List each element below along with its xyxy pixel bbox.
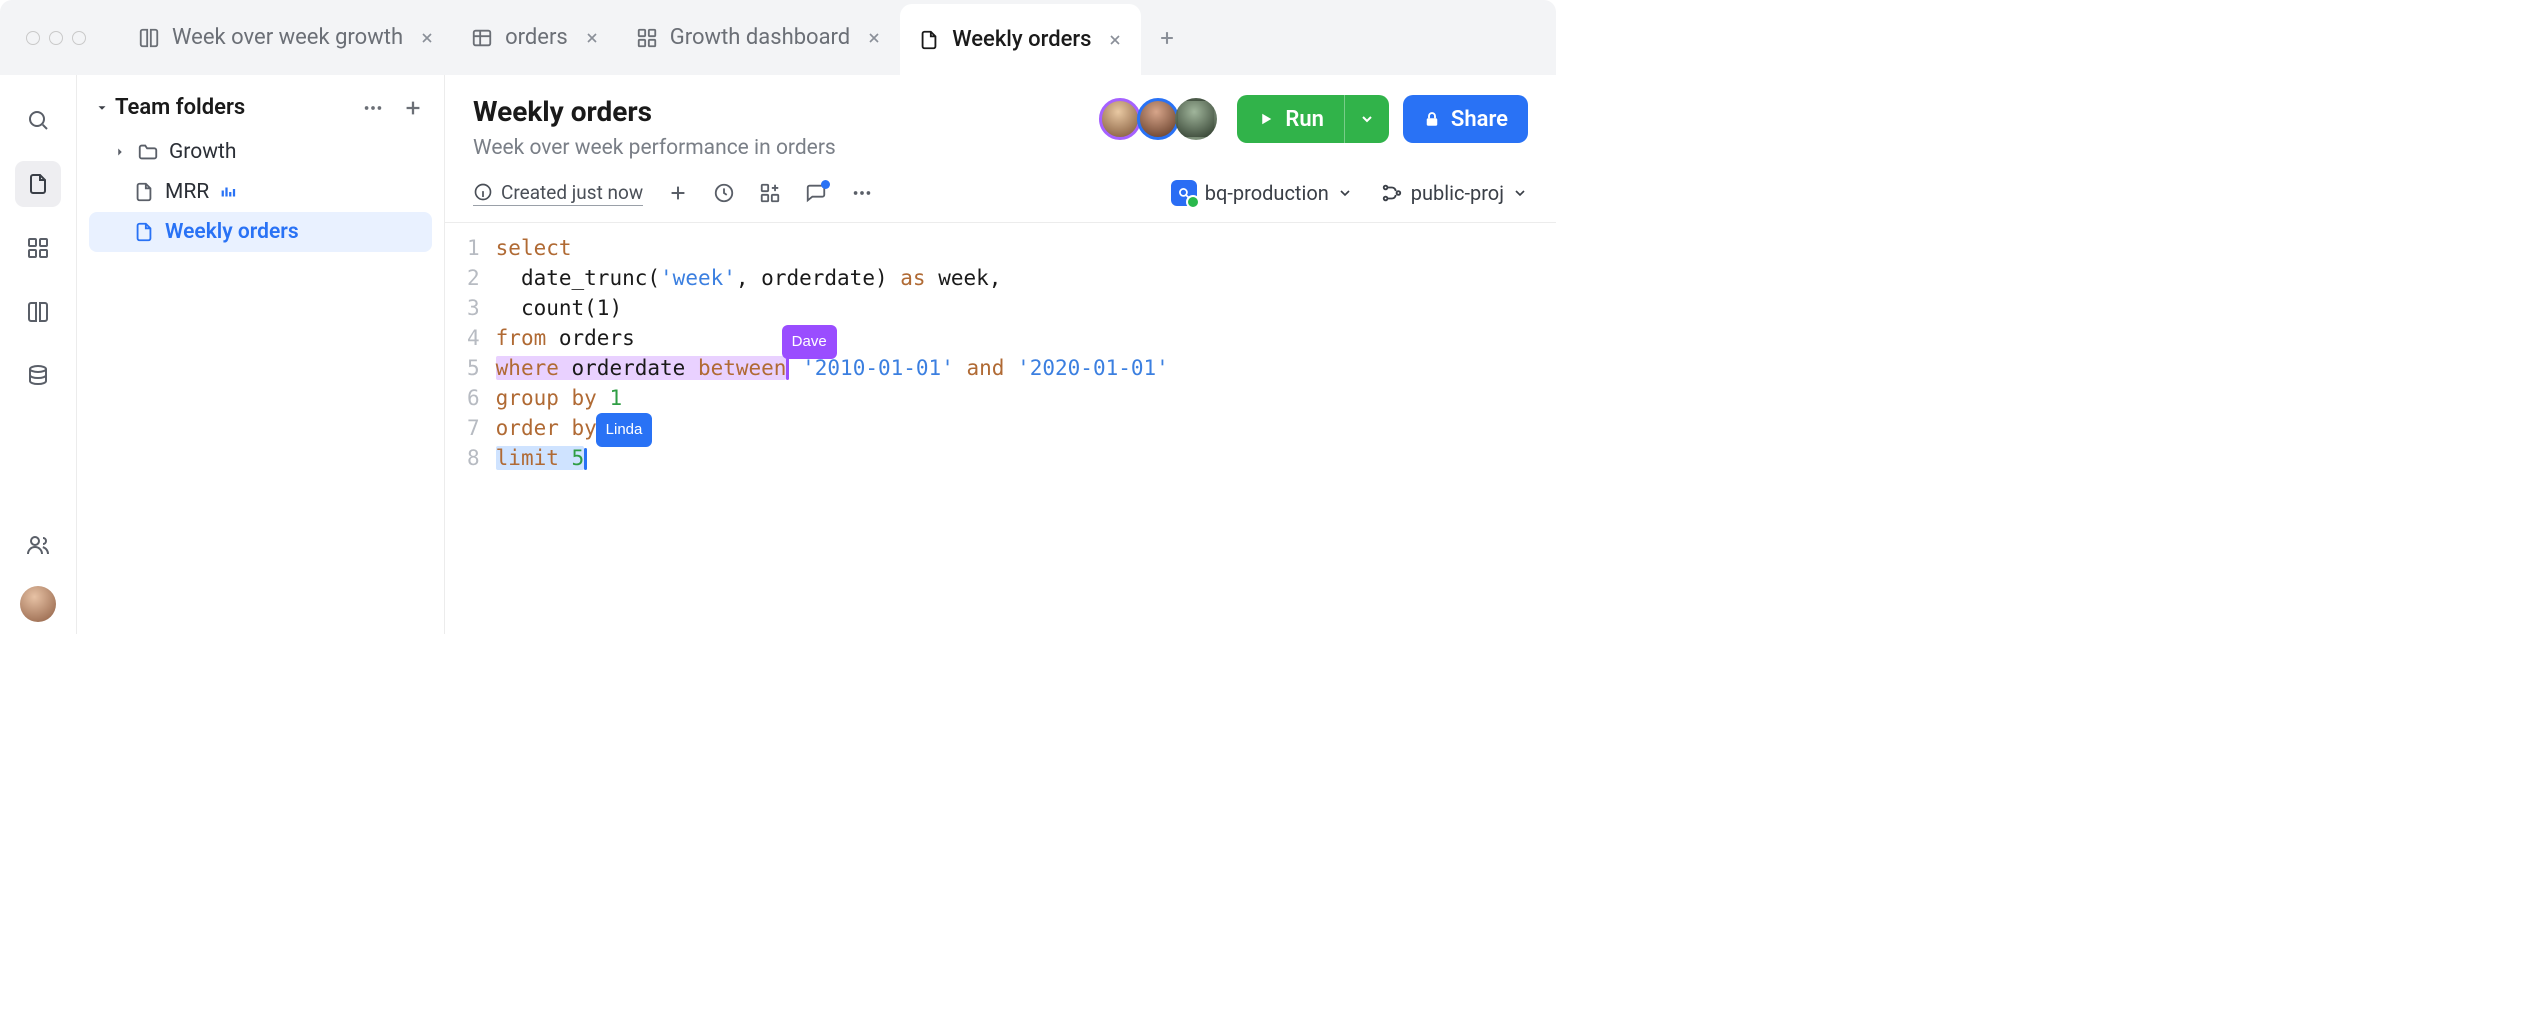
search-button[interactable] (15, 97, 61, 143)
add-folder-button[interactable] (402, 97, 424, 119)
team-button[interactable] (15, 522, 61, 568)
page-subtitle: Week over week performance in orders (473, 136, 836, 160)
created-label: Created just now (501, 181, 643, 204)
close-icon[interactable] (862, 26, 886, 50)
presence-cursor-label: Dave (782, 325, 837, 359)
body: Team folders Growth (0, 75, 1556, 634)
docs-button[interactable] (15, 289, 61, 335)
comments-button[interactable] (805, 182, 827, 204)
play-icon (1257, 110, 1275, 128)
presence-cursor-label: Linda (596, 413, 653, 447)
new-tab-button[interactable] (1141, 0, 1193, 75)
add-button[interactable] (667, 182, 689, 204)
file-icon (918, 29, 940, 51)
chevron-right-icon (113, 145, 127, 159)
chevron-down-icon[interactable] (95, 101, 109, 115)
schema-icon (1381, 182, 1403, 204)
project-name: public-proj (1411, 181, 1504, 205)
sidebar-title: Team folders (115, 95, 245, 120)
sql-editor[interactable]: 12345678 select date_trunc('week', order… (445, 223, 1556, 473)
traffic-light-close[interactable] (26, 31, 40, 45)
chevron-down-icon (1359, 111, 1375, 127)
presence-avatars (1103, 98, 1223, 140)
code-lines[interactable]: select date_trunc('week', orderdate) as … (496, 233, 1169, 473)
chevron-down-icon (1337, 185, 1353, 201)
add-widget-button[interactable] (759, 182, 781, 204)
sidebar-header: Team folders (89, 93, 432, 128)
traffic-light-min[interactable] (49, 31, 63, 45)
run-label: Run (1285, 107, 1324, 132)
notification-dot (821, 180, 830, 189)
tab-label: Week over week growth (172, 25, 403, 50)
page-header: Weekly orders Week over week performance… (445, 75, 1556, 164)
connection-name: bq-production (1205, 181, 1329, 205)
file-icon (133, 221, 155, 243)
book-icon (138, 27, 160, 49)
dashboard-icon (636, 27, 658, 49)
presence-avatar[interactable] (1175, 98, 1217, 140)
share-button[interactable]: Share (1403, 95, 1528, 143)
window-traffic-lights (8, 31, 100, 45)
folder-icon (137, 141, 159, 163)
main: Weekly orders Week over week performance… (445, 75, 1556, 634)
tabs: Week over week growth orders Growth dash (120, 0, 1193, 75)
chart-badge-icon (219, 183, 237, 201)
bigquery-icon (1171, 180, 1197, 206)
tab-weekly-orders[interactable]: Weekly orders (900, 4, 1141, 75)
tab-label: Growth dashboard (670, 25, 850, 50)
page-title: Weekly orders (473, 95, 836, 128)
run-dropdown[interactable] (1344, 95, 1389, 143)
created-info[interactable]: Created just now (473, 181, 643, 206)
share-label: Share (1451, 107, 1508, 132)
tab-orders[interactable]: orders (453, 0, 618, 75)
chevron-down-icon (1512, 185, 1528, 201)
close-icon[interactable] (415, 26, 439, 50)
tree-label: Growth (169, 140, 236, 164)
more-button[interactable] (851, 182, 873, 204)
files-button[interactable] (15, 161, 61, 207)
sidebar-item-weekly-orders[interactable]: Weekly orders (89, 212, 432, 252)
lock-icon (1423, 110, 1441, 128)
tab-week-over-week[interactable]: Week over week growth (120, 0, 453, 75)
tree-label: MRR (165, 180, 209, 204)
folder-tree: Growth MRR Weekly orders (89, 132, 432, 252)
tab-label: Weekly orders (952, 27, 1091, 52)
presence-avatar[interactable] (1137, 98, 1179, 140)
run-button[interactable]: Run (1237, 95, 1389, 143)
presence-avatar[interactable] (1099, 98, 1141, 140)
history-button[interactable] (713, 182, 735, 204)
user-avatar[interactable] (20, 586, 56, 622)
sidebar-item-mrr[interactable]: MRR (89, 172, 432, 212)
tab-label: orders (505, 25, 568, 50)
info-icon (473, 182, 493, 202)
line-gutter: 12345678 (445, 233, 496, 473)
close-icon[interactable] (1103, 28, 1127, 52)
tree-label: Weekly orders (165, 220, 299, 244)
sidebar: Team folders Growth (77, 75, 445, 634)
connection-picker[interactable]: bq-production (1171, 180, 1353, 206)
sidebar-item-growth[interactable]: Growth (89, 132, 432, 172)
table-icon (471, 27, 493, 49)
database-button[interactable] (15, 353, 61, 399)
dashboards-button[interactable] (15, 225, 61, 271)
tab-bar: Week over week growth orders Growth dash (0, 0, 1556, 75)
app-root: Week over week growth orders Growth dash (0, 0, 1556, 634)
tab-growth-dashboard[interactable]: Growth dashboard (618, 0, 900, 75)
more-icon[interactable] (362, 97, 384, 119)
left-rail (0, 75, 77, 634)
traffic-light-max[interactable] (72, 31, 86, 45)
meta-bar: Created just now bq-production (445, 164, 1556, 222)
file-icon (133, 181, 155, 203)
project-picker[interactable]: public-proj (1381, 181, 1528, 205)
close-icon[interactable] (580, 26, 604, 50)
